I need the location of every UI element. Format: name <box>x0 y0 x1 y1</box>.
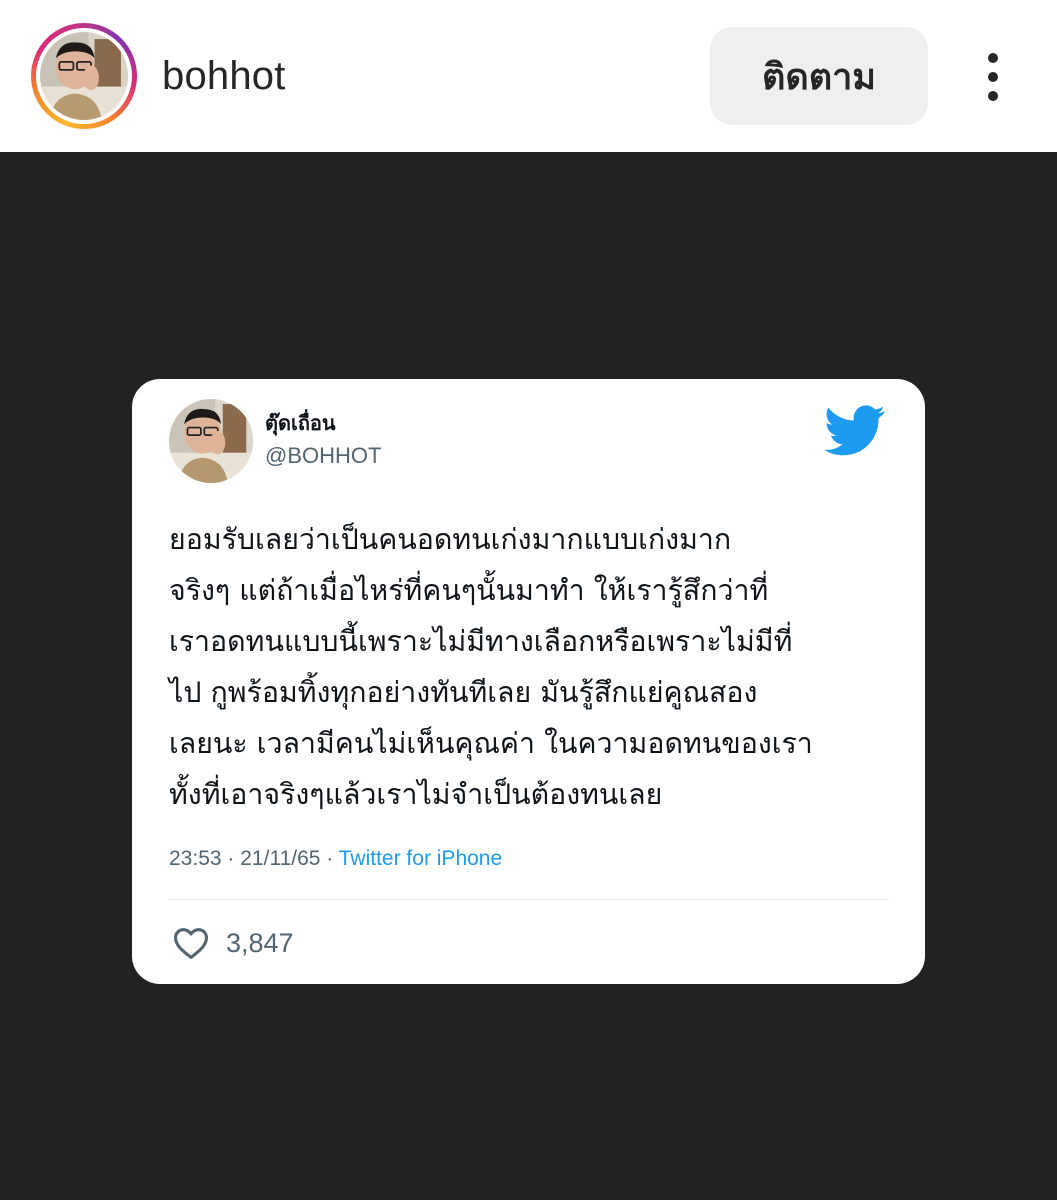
tweet-meta: 23:53 · 21/11/65 · Twitter for iPhone <box>169 845 502 873</box>
tweet-text: ยอมรับเลยว่าเป็นคนอดทนเก่งมากแบบเก่งมาก … <box>169 514 889 820</box>
tweet-source: Twitter for iPhone <box>338 847 503 870</box>
post-header: bohhot ติดตาม <box>0 0 1057 152</box>
avatar-photo <box>40 32 128 120</box>
tweet-avatar <box>169 399 253 483</box>
like-count: 3,847 <box>226 928 294 958</box>
tweet-likes: 3,847 <box>172 924 294 962</box>
tweet-card: ตุ๊ดเถื่อน @BOHHOT ยอมรับเลยว่าเป็นคนอดท… <box>132 379 925 984</box>
tweet-text-line: จริงๆ แต่ถ้าเมื่อไหร่ที่คนๆนั้นมาทำ ให้เ… <box>169 574 769 607</box>
tweet-text-line: ยอมรับเลยว่าเป็นคนอดทนเก่งมากแบบเก่งมาก <box>169 523 732 556</box>
twitter-bird-icon <box>824 405 885 456</box>
more-vertical-icon[interactable] <box>970 50 1016 104</box>
tweet-display-name: ตุ๊ดเถื่อน <box>265 411 336 435</box>
tweet-time: 23:53 <box>169 847 222 870</box>
tweet-text-line: เราอดทนแบบนี้เพราะไม่มีทางเลือกหรือเพราะ… <box>169 625 793 658</box>
meta-separator: · <box>227 847 235 870</box>
tweet-handle: @BOHHOT <box>265 443 382 468</box>
tweet-date: 21/11/65 <box>240 847 321 870</box>
tweet-text-line: ไป กูพร้อมทิ้งทุกอย่างทันทีเลย มันรู้สึก… <box>169 676 758 709</box>
heart-outline-icon[interactable] <box>172 926 210 960</box>
meta-separator: · <box>326 847 334 870</box>
tweet-text-line: ทั้งที่เอาจริงๆแล้วเราไม่จำเป็นต้องทนเลย <box>169 778 663 811</box>
tweet-text-line: เลยนะ เวลามีคนไม่เห็นคุณค่า ในความอดทนขอ… <box>169 727 813 760</box>
divider <box>169 899 889 900</box>
follow-button[interactable]: ติดตาม <box>710 27 928 125</box>
profile-avatar[interactable] <box>31 23 137 129</box>
username[interactable]: bohhot <box>162 52 286 100</box>
